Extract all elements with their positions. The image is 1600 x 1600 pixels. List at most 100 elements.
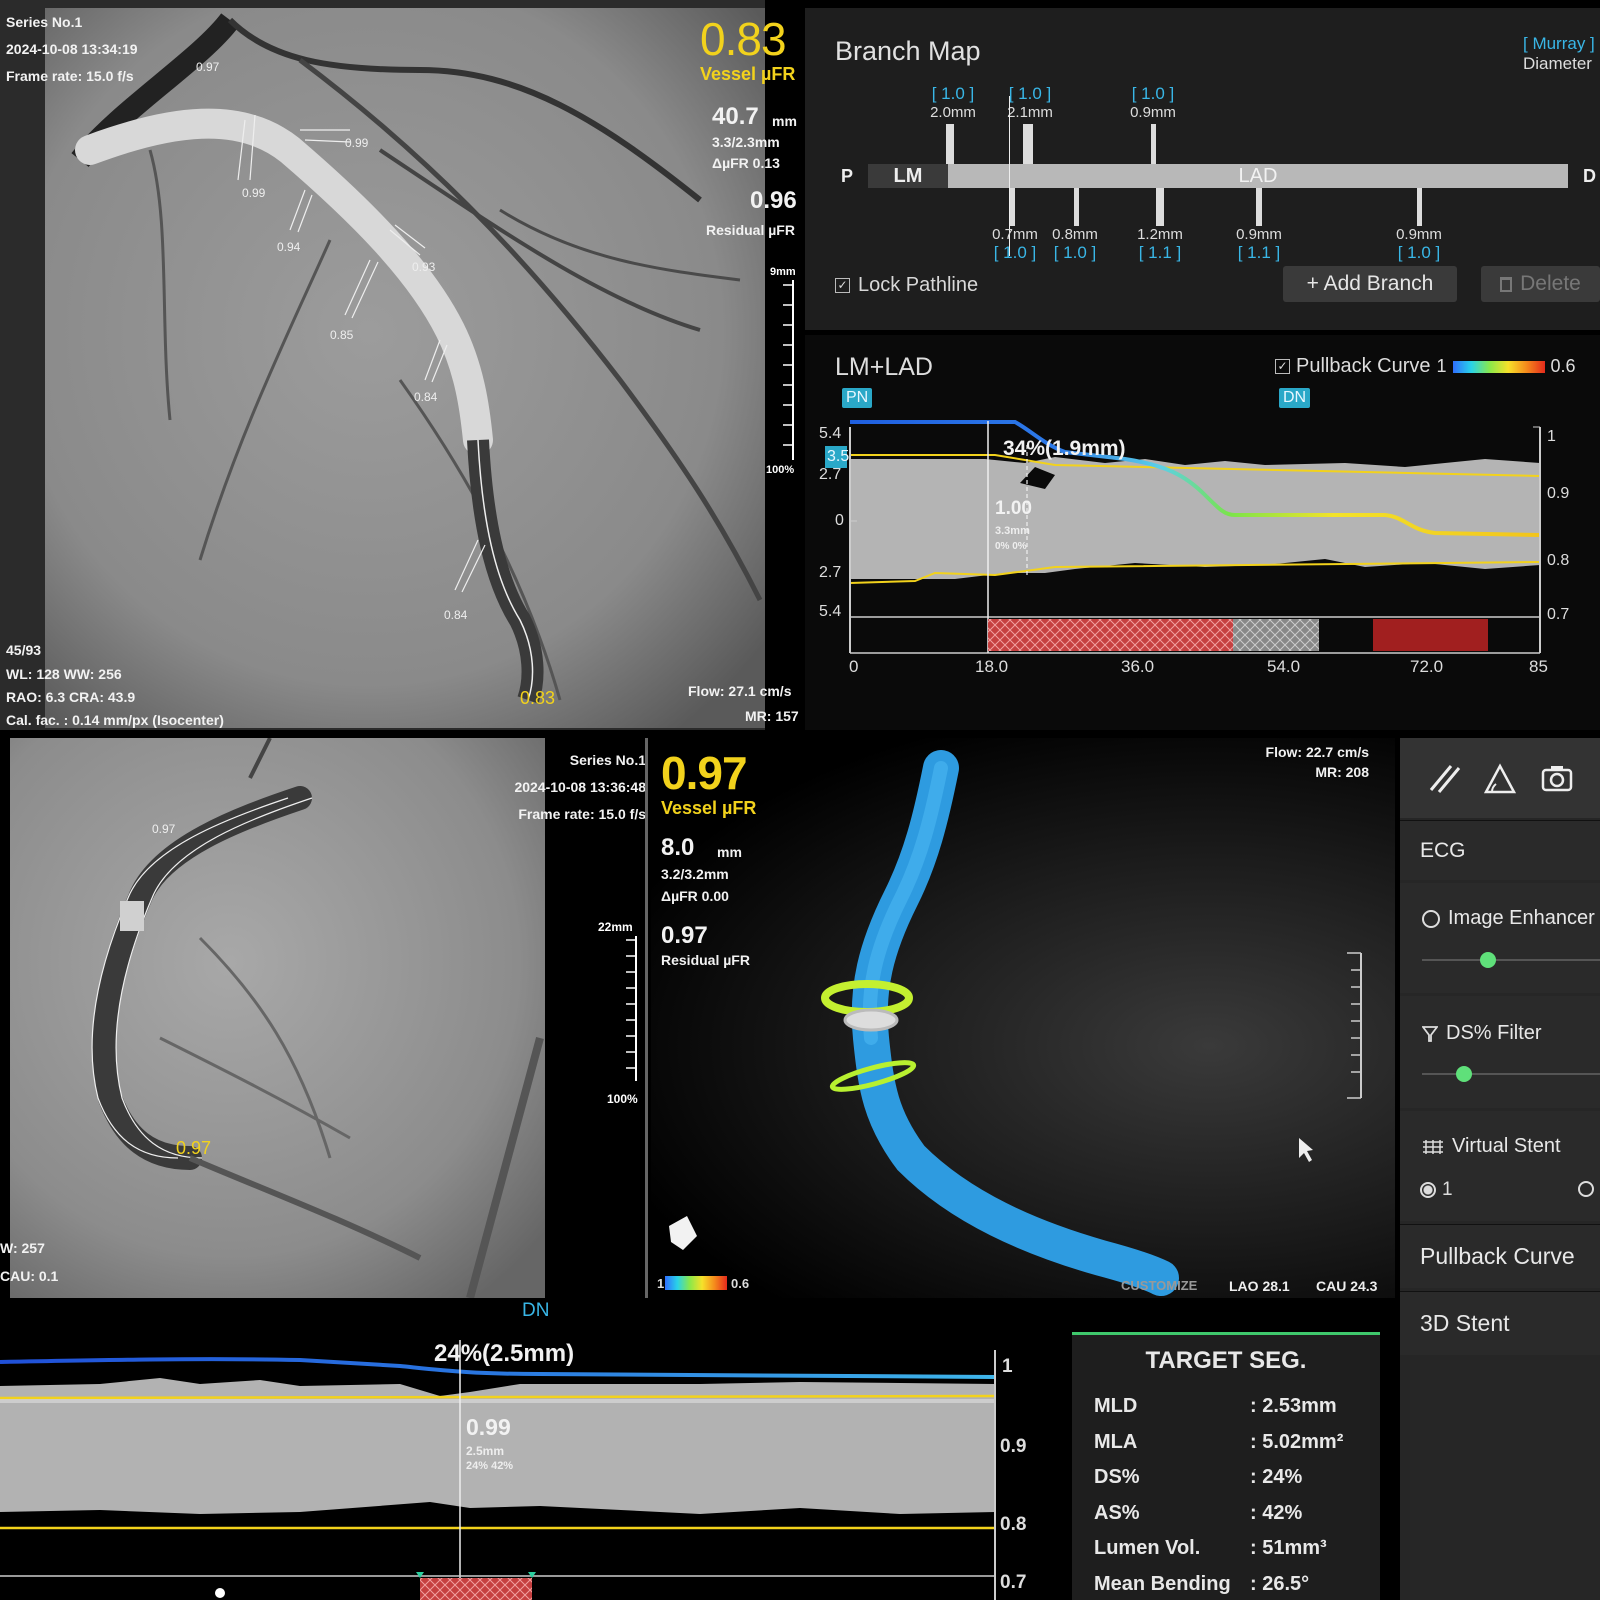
metric-keys: MLD MLA DS% AS% Lumen Vol. Mean Bending [1094, 1389, 1231, 1600]
y-right-label: 1 [1002, 1356, 1013, 1377]
cursor-mm: 2.5mm [466, 1444, 505, 1458]
frame-rate: Frame rate: 15.0 f/s [6, 68, 134, 84]
image-enhance-label: Image Enhancer [1448, 907, 1595, 929]
metric-value: : 51mm³ [1250, 1537, 1327, 1559]
murray-toggle[interactable]: [ Murray ] [1523, 34, 1595, 54]
y-left-label: 2.7 [819, 564, 842, 581]
cau-label: CAU: 0.1 [0, 1268, 59, 1284]
x-tick: 85 [1529, 657, 1548, 676]
bottom-branch-3[interactable]: 1.2mm [ 1.1 ] [1133, 226, 1187, 263]
x-tick: 0 [849, 657, 859, 676]
view-3d-panel[interactable]: 0.97 Vessel µFR 8.0 mm 3.2/3.2mm ΔµFR 0.… [651, 738, 1395, 1298]
vessel-ufr-label: Vessel µFR [700, 64, 796, 84]
diameter-label: Diameter [1523, 54, 1592, 73]
ds-slider-thumb[interactable] [1456, 1066, 1472, 1082]
residual-value: 0.96 [750, 187, 797, 214]
vessel-ufr-value: 0.83 [700, 13, 787, 65]
flow: Flow: 27.1 cm/s [688, 683, 792, 699]
ww-label: W: 257 [0, 1240, 45, 1256]
radio-label: 1 [1442, 1179, 1453, 1200]
delete-label: Delete [1520, 272, 1581, 295]
lad-segment[interactable]: LAD [948, 164, 1568, 188]
toolbar [1400, 738, 1600, 818]
bottom-branch-2[interactable]: 0.8mm [ 1.0 ] [1048, 226, 1102, 263]
series-label: Series No.1 [569, 752, 646, 768]
bottom-angio-panel[interactable]: 0.97 0.97 W: 257 CAU: 0.1 Series No.1 20… [0, 738, 648, 1298]
metric-values: : 2.53mm : 5.02mm² : 24% : 42% : 51mm³ :… [1250, 1389, 1343, 1600]
stent-icon [1423, 1139, 1443, 1154]
top-angio-image [45, 0, 800, 730]
lock-pathline-checkbox[interactable]: ✓ Lock Pathline [835, 274, 978, 297]
x-tick: 36.0 [1121, 657, 1155, 676]
y-right-label: 1 [1547, 428, 1556, 445]
vessel-label: 0.94 [277, 240, 301, 254]
branch-map-title: Branch Map [835, 36, 981, 66]
3d-stent-button[interactable]: 3D Stent [1400, 1291, 1600, 1355]
branch-tick [946, 124, 954, 164]
ds-slider-track[interactable] [1422, 1073, 1600, 1075]
pullback-chart[interactable] [805, 335, 1600, 730]
right-sidebar: ECG Image Enhancer DS% Filter Virtual St… [1400, 738, 1600, 1600]
scale-ruler [783, 280, 794, 460]
branch-ratio: [ 1.1 ] [1138, 243, 1182, 262]
ds-filter-section: DS% Filter [1400, 996, 1600, 1108]
branch-mm: 0.9mm [1236, 226, 1282, 243]
metric-value: : 5.02mm² [1250, 1430, 1344, 1453]
stent-radio-1[interactable]: 1 [1420, 1179, 1453, 1201]
add-branch-button[interactable]: + Add Branch [1283, 266, 1457, 302]
branch-tick [1417, 188, 1422, 226]
color-scale-max: 0.6 [731, 1276, 750, 1291]
camera-icon[interactable] [1539, 760, 1575, 796]
color-scale-bar [665, 1276, 727, 1290]
pullback-curve-button[interactable]: Pullback Curve [1400, 1224, 1600, 1288]
enhance-slider-thumb[interactable] [1480, 952, 1496, 968]
vessel-3d-model[interactable] [651, 738, 1395, 1298]
branch-ratio: [ 1.0 ] [993, 243, 1037, 262]
bottom-branch-4[interactable]: 0.9mm [ 1.1 ] [1232, 226, 1286, 263]
top-branch-3[interactable]: [ 1.0 ] 0.9mm [1123, 84, 1183, 121]
frame-counter: 45/93 [6, 642, 42, 658]
customize-button[interactable]: CUSTOMIZE [1121, 1278, 1197, 1293]
branch-ratio: [ 1.0 ] [1053, 243, 1097, 262]
metric-value: : 26.5° [1250, 1572, 1310, 1595]
branch-tick [1151, 124, 1156, 164]
diam-label: 3.3/2.3mm [712, 134, 780, 150]
enhance-slider-track[interactable] [1422, 959, 1600, 961]
metric-key: Lumen Vol. [1094, 1537, 1201, 1559]
bottom-branch-1[interactable]: 0.7mm [ 1.0 ] [988, 226, 1042, 263]
branch-tick [1074, 188, 1079, 226]
y-left-label: 0 [835, 512, 844, 529]
scale-bottom: 100% [607, 1092, 638, 1106]
metric-key: DS% [1094, 1466, 1140, 1488]
branch-mm: 0.7mm [992, 226, 1038, 243]
rao-cra: RAO: 6.3 CRA: 43.9 [6, 689, 136, 705]
cursor-pct: 0% 0% [995, 541, 1027, 552]
vessel-end-label: 0.97 [176, 1138, 212, 1158]
top-branch-1[interactable]: [ 1.0 ] 2.0mm [923, 84, 983, 121]
bottom-branch-5[interactable]: 0.9mm [ 1.0 ] [1392, 226, 1446, 263]
metric-key: AS% [1094, 1501, 1140, 1524]
panel-divider [645, 738, 648, 1298]
parallel-lines-icon[interactable] [1425, 760, 1461, 796]
datetime: 2024-10-08 13:36:48 [514, 779, 646, 795]
y-right-label: 0.7 [1547, 606, 1570, 623]
lock-pathline-label: Lock Pathline [858, 274, 979, 296]
metric-key: MLD [1094, 1395, 1138, 1417]
ecg-button[interactable]: ECG [1400, 820, 1600, 880]
radio-unselected-icon[interactable] [1578, 1181, 1594, 1197]
cal-fac: Cal. fac. : 0.14 mm/px (Isocenter) [6, 712, 224, 728]
lm-segment[interactable]: LM [868, 164, 948, 188]
top-angio-panel[interactable]: Series No.1 2024-10-08 13:34:19 Frame ra… [0, 0, 800, 730]
metric-value: : 24% [1250, 1466, 1303, 1488]
wl-ww: WL: 128 WW: 256 [6, 666, 122, 682]
vessel-label: 0.97 [152, 822, 176, 836]
mr: MR: 157 [745, 708, 799, 724]
y-left-label: 5.4 [819, 425, 842, 442]
delete-button[interactable]: Delete [1481, 266, 1600, 302]
branch-map-panel: Branch Map [ Murray ] Diameter P D LM LA… [805, 8, 1600, 330]
frame-rate: Frame rate: 15.0 f/s [518, 806, 646, 822]
angle-measure-icon[interactable] [1482, 760, 1518, 796]
metric-key: Mean Bending [1094, 1572, 1231, 1595]
vessel-label: 0.93 [412, 260, 436, 274]
scale-bottom: 100% [766, 464, 795, 476]
